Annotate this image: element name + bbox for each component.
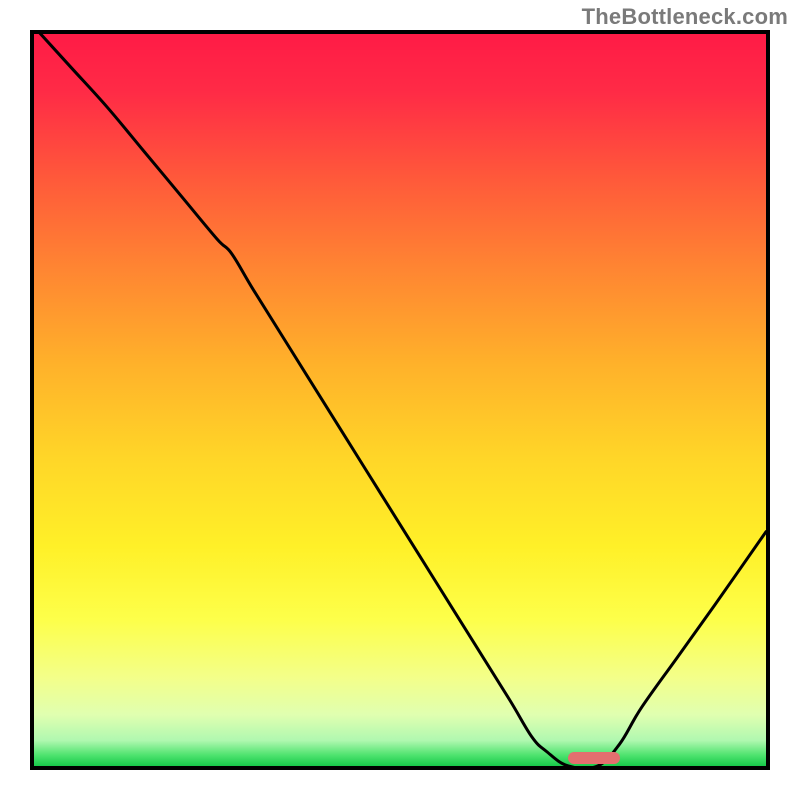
optimal-range-marker [568, 752, 619, 764]
watermark-text: TheBottleneck.com [582, 4, 788, 30]
bottleneck-chart [30, 30, 770, 770]
bottleneck-curve [34, 34, 766, 766]
